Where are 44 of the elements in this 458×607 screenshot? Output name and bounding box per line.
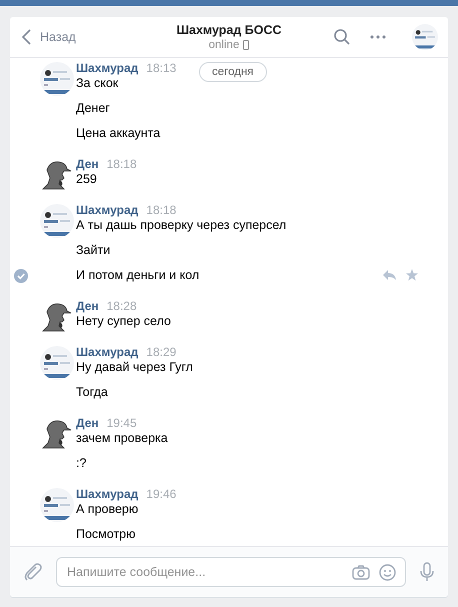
author-name[interactable]: Ден bbox=[76, 299, 99, 313]
reply-icon[interactable] bbox=[383, 270, 396, 280]
online-status: online bbox=[208, 39, 240, 51]
message-text: зачем проверка bbox=[76, 431, 168, 447]
message-text: Посмотрю bbox=[76, 527, 136, 543]
date-pill: сегодня bbox=[199, 62, 267, 82]
back-button[interactable]: Назад bbox=[22, 29, 76, 45]
message-text: Тогда bbox=[76, 385, 108, 401]
message-time: 18:18 bbox=[106, 157, 137, 171]
author-name[interactable]: Шахмурад bbox=[76, 345, 138, 359]
message-time: 18:13 bbox=[146, 61, 176, 75]
attach-icon[interactable] bbox=[24, 562, 42, 582]
message-time: 18:18 bbox=[146, 203, 176, 217]
check-icon[interactable] bbox=[14, 269, 28, 283]
camera-icon[interactable] bbox=[352, 564, 370, 580]
chat-title: Шахмурад БОСС bbox=[176, 23, 282, 37]
author-name[interactable]: Шахмурад bbox=[76, 203, 138, 217]
message-time: 18:29 bbox=[146, 345, 176, 359]
author-name[interactable]: Шахмурад bbox=[76, 487, 138, 501]
author-name[interactable]: Шахмурад bbox=[76, 61, 138, 75]
message-text: Денег bbox=[76, 101, 110, 117]
phone-icon bbox=[243, 40, 250, 50]
message-text: За скок bbox=[76, 76, 118, 92]
message-text: Цена аккаунта bbox=[76, 126, 160, 142]
message-input[interactable]: Напишите сообщение... bbox=[56, 557, 406, 587]
message-text: Зайти bbox=[76, 243, 110, 259]
smiley-icon[interactable] bbox=[379, 564, 396, 580]
author-name[interactable]: Ден bbox=[76, 416, 99, 430]
author-name[interactable]: Ден bbox=[76, 157, 99, 171]
message-text: Нету супер село bbox=[76, 314, 171, 330]
message-time: 19:46 bbox=[146, 487, 176, 501]
message-text: 259 bbox=[76, 172, 97, 188]
microphone-icon[interactable] bbox=[420, 562, 434, 582]
search-icon[interactable] bbox=[334, 29, 350, 45]
message-time: 18:28 bbox=[106, 299, 137, 313]
star-icon[interactable] bbox=[406, 269, 418, 281]
message-text: И потом деньги и кол bbox=[76, 268, 200, 284]
message-text: Ну давай через Гугл bbox=[76, 360, 193, 376]
message-text: А ты дашь проверку через суперсел bbox=[76, 218, 286, 234]
message-time: 19:45 bbox=[106, 416, 137, 430]
message-text: :? bbox=[76, 456, 86, 472]
message-text: А проверю bbox=[76, 502, 138, 518]
more-icon[interactable] bbox=[370, 35, 386, 39]
chevron-icon bbox=[22, 29, 31, 45]
